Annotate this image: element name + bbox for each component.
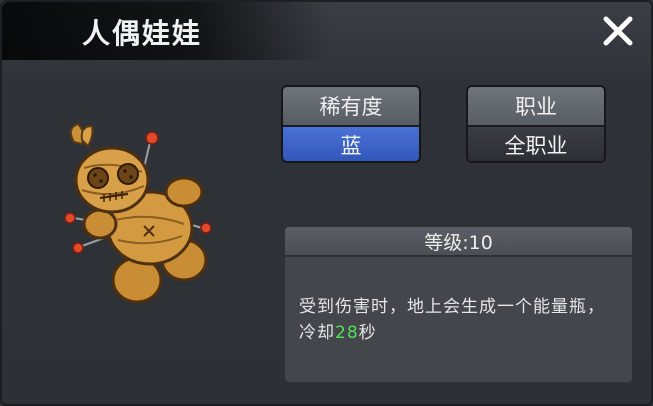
rarity-box: 稀有度 蓝 [281,85,421,163]
rarity-label: 稀有度 [283,87,419,127]
level-header: 等级:10 [285,227,632,257]
description-text-part2: 秒 [358,323,377,343]
job-box: 职业 全职业 [466,85,606,163]
close-button[interactable] [599,12,637,50]
description-box: 等级:10 受到伤害时，地上会生成一个能量瓶，冷却28秒 [285,227,632,382]
rarity-value: 蓝 [283,127,419,161]
cooldown-value: 28 [335,323,359,343]
description-text: 受到伤害时，地上会生成一个能量瓶，冷却28秒 [299,294,614,346]
voodoo-doll-icon [64,122,212,304]
item-title: 人偶娃娃 [82,17,203,50]
job-value: 全职业 [468,127,604,161]
item-detail-panel: 人偶娃娃 稀有度 蓝 职业 全职业 等级:10 受到伤害时，地上会生成一个能量瓶… [0,0,653,406]
job-label: 职业 [468,87,604,127]
close-icon [603,16,633,46]
